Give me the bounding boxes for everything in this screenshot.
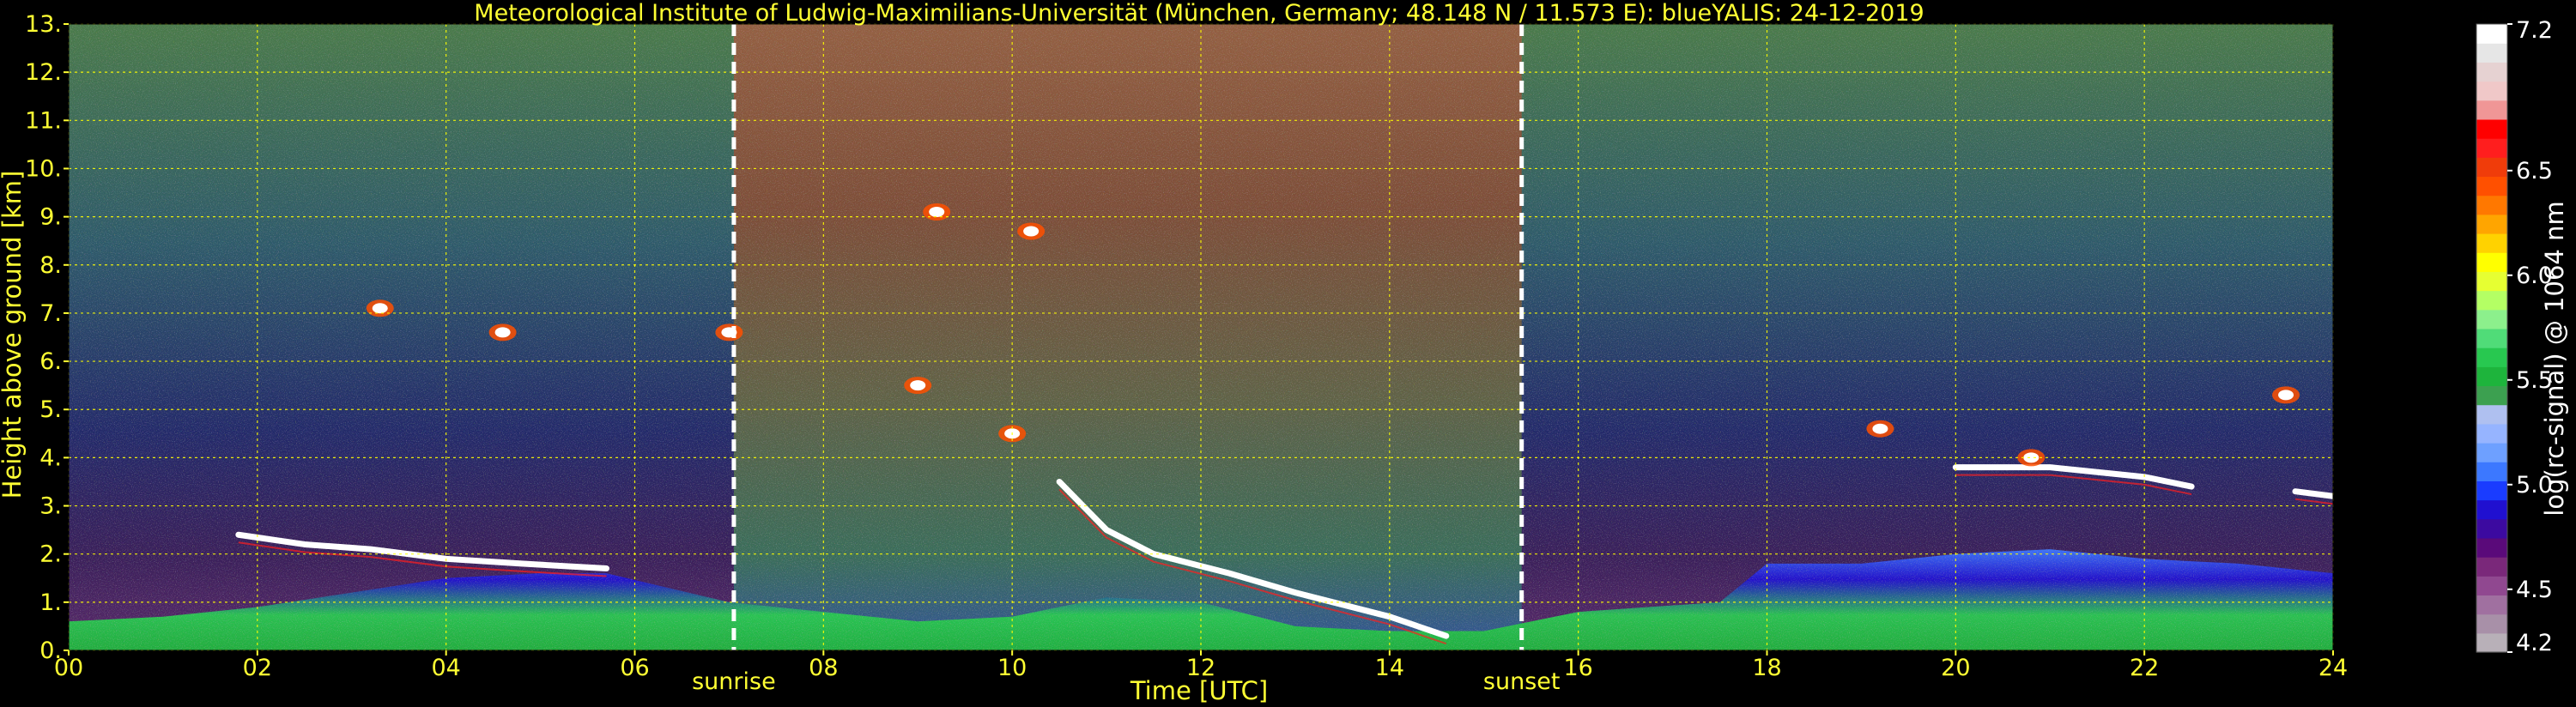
colorbar — [2476, 23, 2508, 653]
colorbar-label: log(rc-signal) @ 1064 nm — [2540, 201, 2569, 516]
y-tick-label: 12. — [25, 59, 62, 86]
colorbar-swatch — [2476, 24, 2507, 44]
colorbar-swatch — [2476, 43, 2507, 63]
chart-title: Meteorological Institute of Ludwig-Maxim… — [474, 0, 1924, 27]
colorbar-swatch — [2476, 576, 2507, 596]
cloud-patch-core — [372, 303, 388, 314]
y-tick-label: 13. — [25, 11, 62, 38]
y-tick-label: 8. — [39, 252, 62, 279]
y-tick-label: 2. — [39, 541, 62, 568]
colorbar-swatch — [2476, 557, 2507, 577]
colorbar-swatch — [2476, 214, 2507, 234]
colorbar-swatch — [2476, 404, 2507, 425]
colorbar-tick-label: 6.5 — [2516, 158, 2553, 184]
x-tick-label: 02 — [243, 655, 272, 681]
y-tick-label: 5. — [39, 396, 62, 423]
colorbar-swatch — [2476, 309, 2507, 329]
y-tick-label: 9. — [39, 204, 62, 231]
x-tick-label: 24 — [2318, 655, 2348, 681]
colorbar-swatch — [2476, 290, 2507, 311]
colorbar-tick-label: 7.2 — [2516, 17, 2553, 44]
x-tick-label: 10 — [997, 655, 1027, 681]
y-tick-label: 10. — [25, 155, 62, 182]
colorbar-swatch — [2476, 62, 2507, 82]
colorbar-swatch — [2476, 81, 2507, 101]
cloud-patch-core — [2278, 390, 2294, 401]
colorbar-swatch — [2476, 423, 2507, 444]
y-tick-label: 3. — [39, 493, 62, 520]
colorbar-swatch — [2476, 462, 2507, 481]
y-tick-label: 1. — [39, 589, 62, 616]
colorbar-swatch — [2476, 347, 2507, 367]
y-tick-label: 7. — [39, 300, 62, 327]
colorbar-swatch — [2476, 499, 2507, 520]
x-tick-label: 20 — [1941, 655, 1970, 681]
x-tick-label: 08 — [809, 655, 838, 681]
colorbar-swatch — [2476, 537, 2507, 558]
colorbar-swatch — [2476, 252, 2507, 272]
colorbar-swatch — [2476, 632, 2507, 653]
cloud-patch-core — [1872, 423, 1888, 434]
colorbar-swatch — [2476, 518, 2507, 539]
y-tick-label: 6. — [39, 348, 62, 375]
colorbar-swatch — [2476, 100, 2507, 120]
colorbar-swatch — [2476, 385, 2507, 406]
cloud-patch-core — [1023, 226, 1039, 237]
x-tick-label: 16 — [1563, 655, 1592, 681]
colorbar-swatch — [2476, 271, 2507, 292]
cloud-patch-core — [494, 327, 511, 338]
lidar-chart: sunrise sunset 00 02 04 06 08 10 12 14 16 18 20 22 24… — [0, 0, 2569, 705]
x-tick-label: 14 — [1375, 655, 1404, 681]
sunrise-label: sunrise — [692, 668, 776, 695]
colorbar-swatch — [2476, 118, 2507, 139]
colorbar-swatch — [2476, 613, 2507, 634]
x-tick-label: 04 — [431, 655, 460, 681]
y-tick-label: 4. — [39, 444, 62, 471]
colorbar-swatch — [2476, 443, 2507, 462]
y-tick-label: 0. — [39, 638, 62, 664]
colorbar-tick-label: 4.2 — [2516, 630, 2553, 656]
x-tick-label: 18 — [1752, 655, 1781, 681]
colorbar-swatch — [2476, 595, 2507, 615]
x-tick-label: 06 — [620, 655, 649, 681]
colorbar-swatch — [2476, 176, 2507, 196]
colorbar-tick-label: 4.5 — [2516, 577, 2553, 603]
x-tick-label: 22 — [2130, 655, 2159, 681]
colorbar-swatch — [2476, 138, 2507, 158]
sunset-label: sunset — [1483, 668, 1561, 695]
y-axis-label: Height above ground [km] — [0, 171, 27, 499]
y-tick-label: 11. — [25, 107, 62, 134]
x-axis-label: Time [UTC] — [1130, 676, 1268, 705]
y-axis-ticks: 0. 1. 2. 3. 4. 5. 6. 7. 8. 9. 10. 11. 12. 13. — [25, 11, 69, 664]
colorbar-swatch — [2476, 233, 2507, 253]
colorbar-swatch — [2476, 195, 2507, 215]
colorbar-swatch — [2476, 157, 2507, 178]
colorbar-swatch — [2476, 480, 2507, 501]
cloud-patch-core — [2023, 452, 2040, 463]
colorbar-swatch — [2476, 328, 2507, 348]
colorbar-swatch — [2476, 366, 2507, 387]
cloud-patch-core — [929, 207, 945, 217]
cloud-patch-core — [910, 380, 926, 391]
